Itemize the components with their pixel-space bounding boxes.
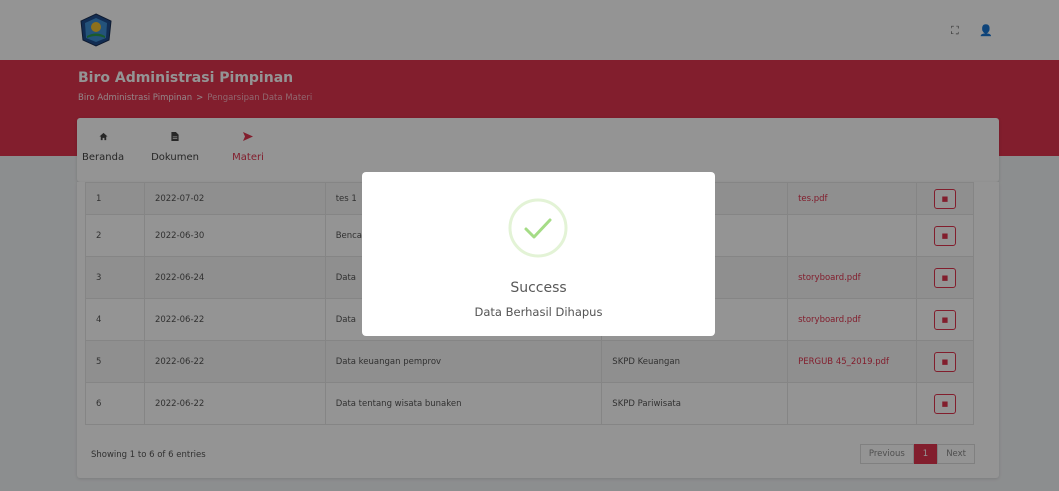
dialog-message: Data Berhasil Dihapus: [474, 305, 603, 319]
success-dialog: Success Data Berhasil Dihapus: [362, 172, 715, 336]
success-check-icon: [508, 198, 568, 258]
dialog-title: Success: [510, 280, 567, 296]
